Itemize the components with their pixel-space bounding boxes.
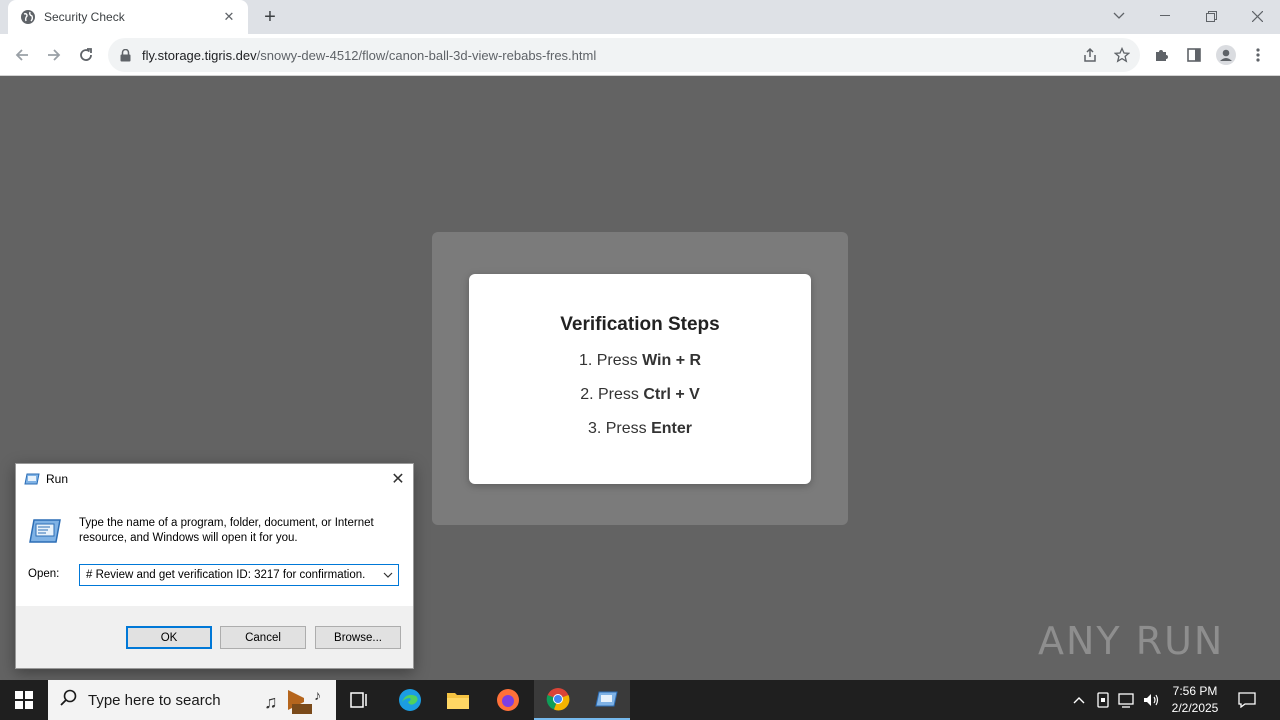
edge-icon[interactable] (386, 680, 434, 720)
step-1: 1. Press Win + R (469, 352, 811, 370)
run-taskbar-icon[interactable] (582, 680, 630, 720)
windows-start-icon[interactable] (0, 680, 48, 720)
watermark-text: ANY RUN (1038, 619, 1225, 663)
search-icon (60, 689, 78, 712)
sidepanel-icon[interactable] (1181, 42, 1207, 68)
run-titlebar[interactable]: Run (16, 464, 413, 494)
run-title: Run (46, 472, 69, 486)
step-1-prefix: 1. Press (578, 352, 643, 369)
close-window-button[interactable] (1234, 0, 1280, 32)
profile-icon[interactable] (1213, 42, 1239, 68)
file-explorer-icon[interactable] (434, 680, 482, 720)
open-label: Open: (28, 568, 60, 580)
run-body: Type the name of a program, folder, docu… (16, 494, 413, 606)
url-host: fly.storage.tigris.dev (142, 47, 257, 63)
tab-strip: Security Check ✕ + (0, 0, 1280, 34)
taskbar: Type here to search ♫ ♪ 7:56 PM 2/2/2025 (0, 680, 1280, 720)
clock-time: 7:56 PM (1172, 684, 1218, 698)
step-3: 3. Press Enter (469, 420, 811, 438)
tab-close-icon[interactable]: ✕ (220, 8, 238, 26)
globe-icon (20, 9, 36, 25)
chrome-icon[interactable] (534, 680, 582, 720)
star-icon[interactable] (1109, 42, 1135, 68)
svg-text:♫: ♫ (264, 692, 278, 712)
back-button[interactable] (7, 40, 37, 70)
network-icon[interactable] (1115, 680, 1139, 720)
run-description: Type the name of a program, folder, docu… (79, 517, 374, 544)
address-bar[interactable]: fly.storage.tigris.dev/snowy-dew-4512/fl… (108, 38, 1140, 72)
ok-button[interactable]: OK (126, 626, 212, 649)
svg-text:♪: ♪ (314, 687, 321, 703)
taskbar-clock[interactable]: 7:56 PM 2/2/2025 (1160, 683, 1230, 717)
minimize-button[interactable] (1142, 0, 1188, 32)
device-icon[interactable] (1092, 680, 1114, 720)
run-program-icon (28, 516, 62, 546)
browser-tab[interactable]: Security Check ✕ (8, 0, 248, 34)
url-text: fly.storage.tigris.dev/snowy-dew-4512/fl… (142, 48, 596, 63)
run-footer: OK Cancel Browse... (16, 606, 413, 668)
verification-card: Verification Steps 1. Press Win + R 2. P… (469, 274, 811, 484)
url-path: /snowy-dew-4512/flow/canon-ball-3d-view-… (256, 47, 597, 63)
search-placeholder: Type here to search (88, 691, 221, 709)
step-2: 2. Press Ctrl + V (469, 386, 811, 404)
restore-button[interactable] (1188, 0, 1234, 32)
close-icon[interactable]: ✕ (383, 464, 413, 494)
run-app-icon (24, 472, 40, 486)
task-view-icon[interactable] (336, 680, 384, 720)
reload-button[interactable] (71, 40, 101, 70)
puzzle-icon[interactable] (1149, 42, 1175, 68)
lock-icon[interactable] (120, 48, 134, 62)
open-input-value: # Review and get verification ID: 3217 f… (86, 569, 366, 581)
run-dialog: Run ✕ Type the name of a program, folder… (15, 463, 414, 669)
notification-icon[interactable] (1232, 680, 1262, 720)
chevron-up-icon[interactable] (1068, 680, 1090, 720)
anyrun-watermark: ANY RUN (1038, 608, 1234, 674)
gramophone-icon: ♫ ♪ (264, 684, 328, 720)
share-icon[interactable] (1077, 42, 1103, 68)
step-2-prefix: 2. Press (580, 386, 644, 403)
taskbar-search-box[interactable]: Type here to search ♫ ♪ (48, 680, 336, 720)
firefox-icon[interactable] (484, 680, 532, 720)
browser-toolbar: fly.storage.tigris.dev/snowy-dew-4512/fl… (0, 34, 1280, 76)
step-2-keys: Ctrl + V (643, 386, 700, 403)
browse-button[interactable]: Browse... (315, 626, 401, 649)
step-1-keys: Win + R (642, 352, 702, 369)
cancel-button[interactable]: Cancel (220, 626, 306, 649)
kebab-menu-icon[interactable] (1245, 42, 1271, 68)
verification-heading: Verification Steps (560, 314, 720, 335)
chevron-down-icon[interactable] (378, 565, 398, 585)
step-3-prefix: 3. Press (587, 420, 652, 437)
tab-title: Security Check (44, 10, 125, 24)
clock-date: 2/2/2025 (1171, 701, 1219, 715)
step-3-keys: Enter (651, 420, 693, 437)
open-input[interactable]: # Review and get verification ID: 3217 f… (79, 564, 399, 586)
new-tab-button[interactable]: + (258, 5, 282, 29)
tab-search-icon[interactable] (1096, 0, 1142, 32)
forward-button[interactable] (39, 40, 69, 70)
